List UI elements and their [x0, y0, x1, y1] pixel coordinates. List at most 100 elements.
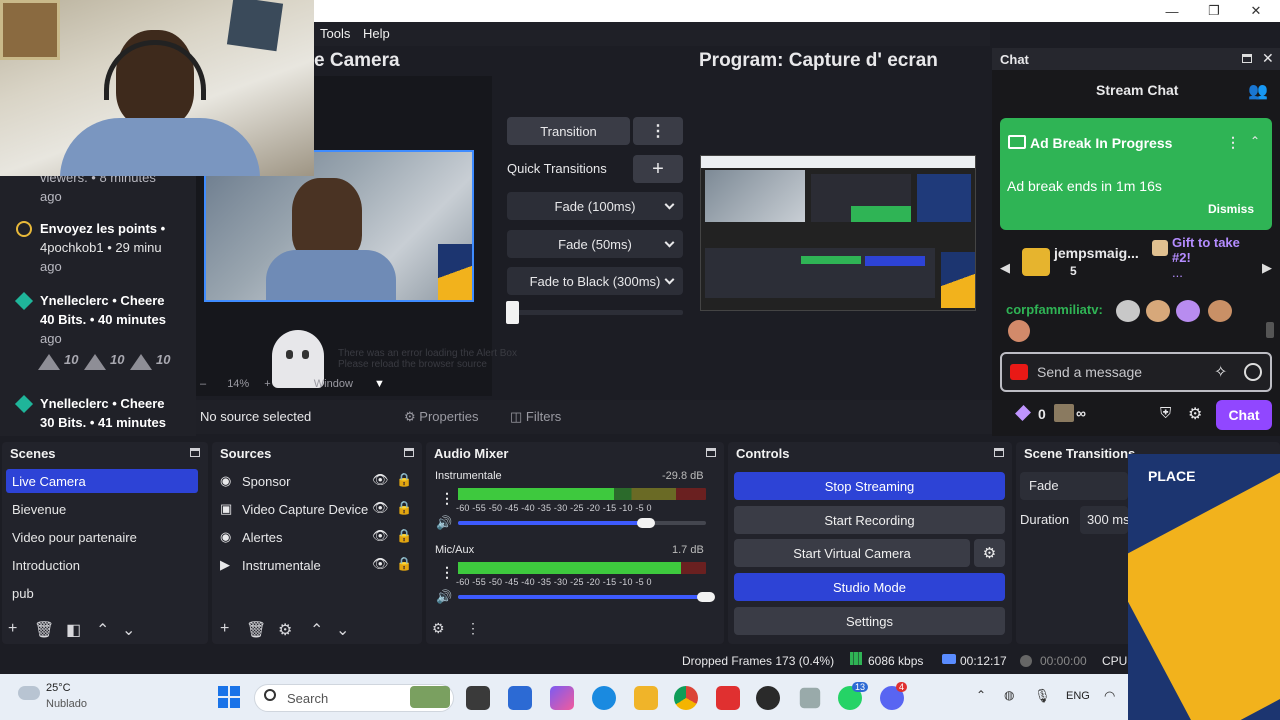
scene-transitions-title: Scene Transitions: [1024, 446, 1136, 461]
person-shirt: [266, 250, 396, 300]
track-menu-icon[interactable]: ⋮: [440, 564, 454, 581]
menu-tools[interactable]: Tools: [320, 26, 350, 41]
close-button[interactable]: ✕: [1236, 0, 1276, 22]
lock-icon[interactable]: 🔒: [396, 556, 412, 572]
undock-icon[interactable]: [706, 448, 716, 457]
lock-icon[interactable]: 🔒: [396, 500, 412, 516]
copilot-icon[interactable]: [550, 686, 574, 710]
properties-button[interactable]: ⚙ Properties: [404, 409, 479, 425]
mixer-settings-icon[interactable]: ⚙: [432, 620, 445, 637]
tbar-handle[interactable]: [506, 301, 519, 324]
eye-icon[interactable]: 👁: [372, 556, 389, 572]
minimize-button[interactable]: —: [1152, 0, 1192, 22]
zoom-out-button[interactable]: –: [200, 378, 206, 390]
settings-button[interactable]: Settings: [734, 607, 1005, 635]
file-explorer-icon[interactable]: [634, 686, 658, 710]
transition-button[interactable]: Transition: [507, 117, 630, 145]
zoom-in-button[interactable]: +: [264, 378, 270, 390]
eye-icon[interactable]: 👁: [372, 500, 389, 516]
obs-icon[interactable]: [756, 686, 780, 710]
collapse-icon[interactable]: ⌃: [1250, 134, 1260, 148]
chat-scrollbar[interactable]: [1266, 322, 1274, 338]
trash-icon[interactable]: 🗑: [34, 620, 54, 640]
sources-title: Sources: [220, 446, 272, 461]
add-source-button[interactable]: +: [220, 620, 229, 638]
tbar-slider[interactable]: [507, 310, 683, 315]
duration-input[interactable]: 300 ms: [1080, 506, 1128, 534]
dismiss-button[interactable]: Dismiss: [1208, 202, 1254, 216]
store-icon[interactable]: [508, 686, 532, 710]
shield-icon[interactable]: ⛨: [1160, 405, 1171, 422]
filters-button[interactable]: ◫ Filters: [510, 409, 561, 425]
channel-points-count: 0: [1038, 406, 1046, 422]
move-up-icon[interactable]: ⌃: [310, 620, 323, 640]
move-down-icon[interactable]: ⌄: [122, 620, 135, 640]
undock-icon[interactable]: [994, 448, 1004, 457]
gear-icon[interactable]: ⚙: [278, 620, 292, 640]
studio-mode-button[interactable]: Studio Mode: [734, 573, 1005, 601]
eye-icon[interactable]: 👁: [372, 472, 389, 488]
transition-more-button[interactable]: ⋮: [633, 117, 683, 145]
meter-scale: -60 -55 -50 -45 -40 -35 -30 -25 -20 -15 …: [456, 577, 652, 587]
scene-item[interactable]: pub: [6, 581, 198, 605]
volume-slider-knob[interactable]: [697, 592, 715, 602]
microphone-icon[interactable]: 🎙: [1034, 688, 1051, 704]
volume-slider-knob[interactable]: [637, 518, 655, 528]
edge-icon[interactable]: [592, 686, 616, 710]
add-quick-transition-button[interactable]: +: [633, 155, 683, 183]
undock-icon[interactable]: [1242, 54, 1252, 63]
bits-amount: 10: [156, 352, 171, 367]
anydesk-icon[interactable]: [716, 686, 740, 710]
add-scene-button[interactable]: +: [8, 620, 17, 638]
transition-select[interactable]: Fade: [1020, 472, 1128, 500]
chrome-icon[interactable]: [674, 686, 698, 710]
lock-icon[interactable]: 🔒: [396, 528, 412, 544]
emoji-icon[interactable]: [1244, 363, 1262, 381]
virtual-camera-settings-icon[interactable]: ⚙: [974, 539, 1005, 567]
ad-more-icon[interactable]: ⋮: [1226, 134, 1240, 151]
scene-item[interactable]: Live Camera: [6, 469, 198, 493]
wifi-icon[interactable]: ◠: [1104, 688, 1115, 704]
whatsapp-badge: 13: [852, 682, 869, 692]
windows-start-icon[interactable]: [218, 686, 240, 708]
speaker-icon[interactable]: 🔊: [436, 589, 452, 605]
window-label: Window: [313, 378, 353, 390]
restore-button[interactable]: ❐: [1194, 0, 1234, 22]
quick-transition-item[interactable]: Fade (50ms): [507, 230, 683, 258]
trash-icon[interactable]: 🗑: [246, 620, 266, 640]
network-status-icon[interactable]: ◍: [1004, 688, 1014, 702]
speaker-icon[interactable]: 🔊: [436, 515, 452, 531]
mixer-more-icon[interactable]: ⋮: [466, 620, 480, 637]
lock-icon[interactable]: 🔒: [396, 472, 412, 488]
dropdown-arrow-icon[interactable]: ▼: [374, 378, 385, 390]
start-recording-button[interactable]: Start Recording: [734, 506, 1005, 534]
chevron-up-icon[interactable]: ⌃: [976, 688, 986, 702]
task-view-icon[interactable]: [466, 686, 490, 710]
users-icon[interactable]: 👥: [1248, 81, 1268, 101]
quick-transition-item[interactable]: Fade to Black (300ms): [507, 267, 683, 295]
program-canvas[interactable]: [700, 155, 976, 311]
magic-icon[interactable]: ✧: [1214, 362, 1227, 382]
bits-amount: 10: [110, 352, 125, 367]
gear-icon[interactable]: ⚙: [1188, 404, 1202, 424]
close-dock-icon[interactable]: ✕: [1262, 50, 1274, 67]
undock-icon[interactable]: [190, 448, 200, 457]
scene-item[interactable]: Video pour partenaire: [6, 525, 198, 549]
app-icon[interactable]: [799, 687, 821, 709]
eye-icon[interactable]: 👁: [372, 528, 389, 544]
start-virtual-camera-button[interactable]: Start Virtual Camera: [734, 539, 970, 567]
language-indicator[interactable]: ENG: [1066, 690, 1090, 702]
carousel-next-icon[interactable]: ▶: [1262, 260, 1272, 276]
scene-item[interactable]: Bievenue: [6, 497, 198, 521]
track-menu-icon[interactable]: ⋮: [440, 490, 454, 507]
undock-icon[interactable]: [404, 448, 414, 457]
carousel-prev-icon[interactable]: ◀: [1000, 260, 1010, 276]
move-down-icon[interactable]: ⌄: [336, 620, 349, 640]
scene-filter-icon[interactable]: ◧: [66, 620, 81, 640]
quick-transition-item[interactable]: Fade (100ms): [507, 192, 683, 220]
scene-item[interactable]: Introduction: [6, 553, 198, 577]
menu-help[interactable]: Help: [363, 26, 390, 41]
move-up-icon[interactable]: ⌃: [96, 620, 109, 640]
stop-streaming-button[interactable]: Stop Streaming: [734, 472, 1005, 500]
chat-send-button[interactable]: Chat: [1216, 400, 1272, 430]
